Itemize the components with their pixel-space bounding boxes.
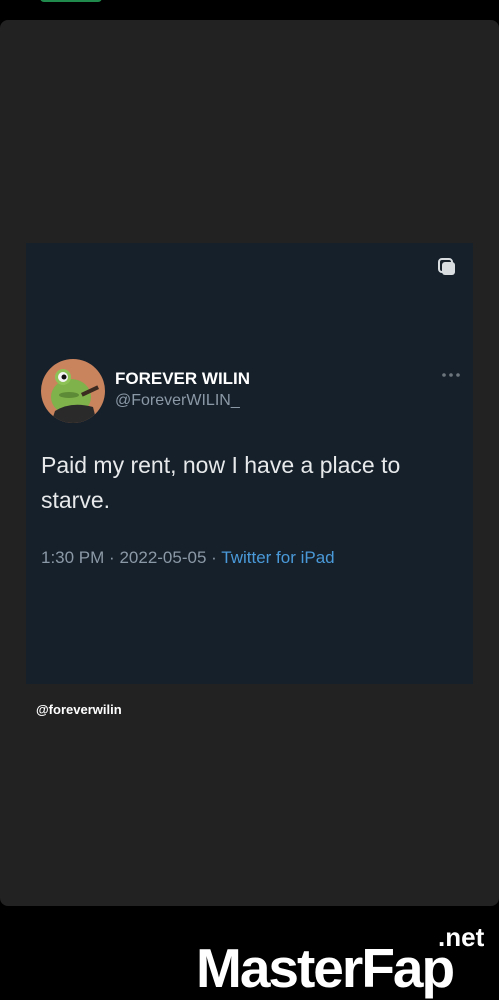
- tweet-date: 2022-05-05: [119, 548, 207, 567]
- tweet-card[interactable]: FOREVER WILIN @ForeverWILIN_ Paid my ren…: [26, 243, 473, 684]
- avatar[interactable]: [41, 359, 105, 423]
- meta-separator: ·: [109, 548, 115, 567]
- more-icon[interactable]: [441, 369, 461, 381]
- display-name[interactable]: FOREVER WILIN: [115, 369, 250, 389]
- status-pill: [40, 0, 102, 2]
- watermark-master: Master: [196, 937, 363, 999]
- tweet-time: 1:30 PM: [41, 548, 105, 567]
- watermark-logo: .net MasterFap: [196, 922, 499, 1000]
- watermark-text: MasterFap: [196, 937, 455, 999]
- page: FOREVER WILIN @ForeverWILIN_ Paid my ren…: [0, 0, 499, 1000]
- meta-separator: ·: [211, 548, 217, 567]
- watermark-fap: Fap: [361, 937, 455, 999]
- user-handle[interactable]: @ForeverWILIN_: [115, 392, 240, 410]
- tweet-text: Paid my rent, now I have a place to star…: [41, 452, 401, 513]
- copy-icon[interactable]: [437, 257, 457, 277]
- content-panel: FOREVER WILIN @ForeverWILIN_ Paid my ren…: [0, 20, 499, 906]
- caption: @foreverwilin: [36, 702, 122, 717]
- tweet-source-link[interactable]: Twitter for iPad: [221, 548, 334, 567]
- tweet-meta: 1:30 PM · 2022-05-05 · Twitter for iPad: [41, 548, 335, 568]
- frog-avatar-icon: [41, 359, 105, 423]
